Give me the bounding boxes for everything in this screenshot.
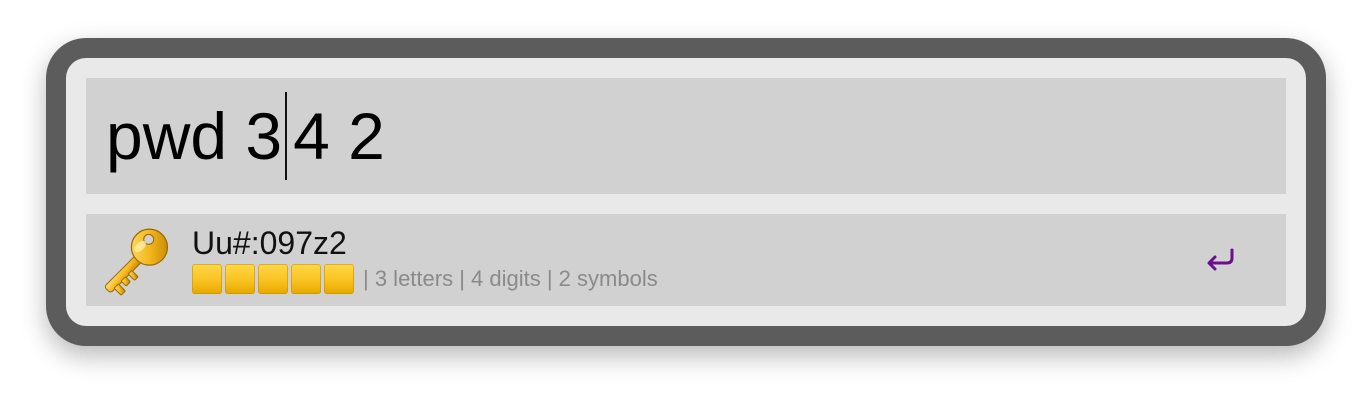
result-item[interactable]: Uu#:097z2 | 3 letters | 4 digits | 2 sym…: [86, 214, 1286, 306]
strength-square: [324, 264, 354, 294]
result-subtitle: | 3 letters | 4 digits | 2 symbols: [192, 264, 658, 294]
password-composition: | 3 letters | 4 digits | 2 symbols: [363, 266, 658, 291]
strength-square: [225, 264, 255, 294]
key-icon: [104, 228, 169, 296]
launcher-panel: pwd 34 2 Uu#:097z2 | 3 letters | 4 digit…: [66, 58, 1306, 326]
query-text-before-caret: pwd 3: [106, 99, 283, 173]
return-arrow-icon[interactable]: [1202, 242, 1238, 278]
generated-password: Uu#:097z2: [192, 225, 347, 261]
query-text-after-caret: 4 2: [293, 99, 385, 173]
launcher-window: pwd 34 2 Uu#:097z2 | 3 letters | 4 digit…: [46, 38, 1326, 346]
strength-square: [258, 264, 288, 294]
strength-square: [291, 264, 321, 294]
search-input[interactable]: pwd 34 2: [86, 78, 1286, 194]
strength-square: [192, 264, 222, 294]
query-text[interactable]: pwd 34 2: [106, 92, 385, 180]
text-caret: [285, 92, 288, 180]
